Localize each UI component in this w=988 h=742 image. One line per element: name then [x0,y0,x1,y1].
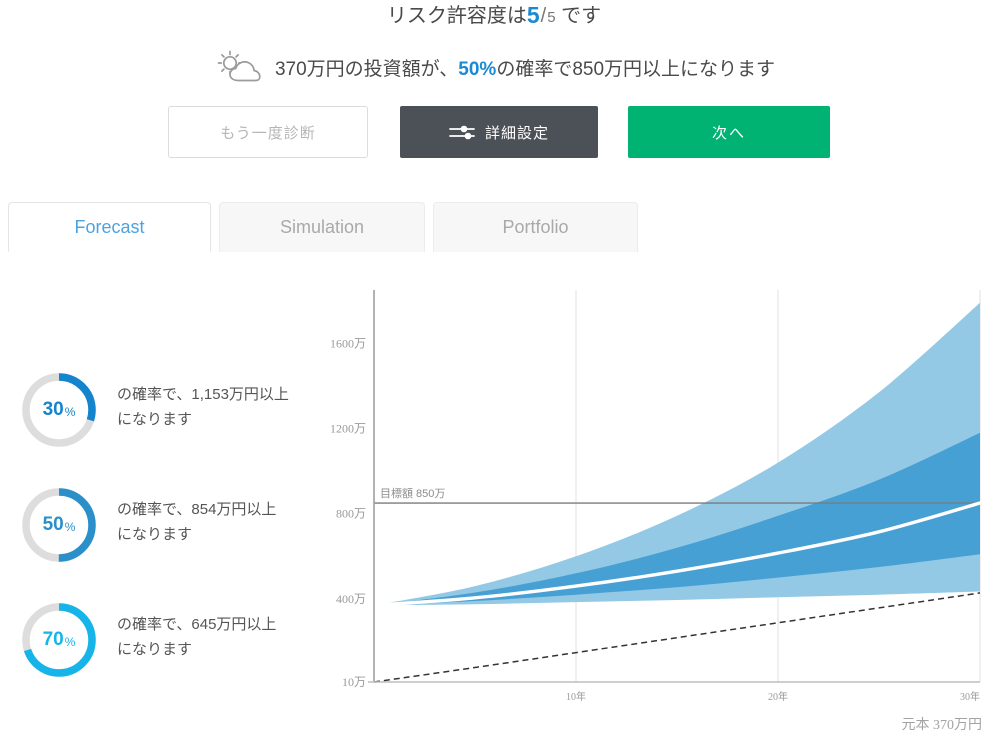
list-item: 70% の確率で、645万円以上 になります [20,596,330,711]
x-tick-label: 30年 [960,690,980,703]
next-button-label: 次へ [711,124,746,142]
gauge-description-50-line2: になります [117,526,193,543]
detailed-settings-button[interactable]: 詳細設定 [400,106,598,158]
gauge-label-70: 70% [20,601,98,679]
list-item: 50% の確率で、854万円以上 になります [20,481,330,596]
gauge-description-50-line1: の確率で、854万円以上 [117,501,277,518]
y-tick-label: 10万 [342,675,366,689]
chart-x-tick-labels: 10年 20年 30年 [566,690,980,703]
gauge-label-50: 50% [20,486,98,564]
gauge-percent-sign-70: % [64,635,76,649]
gauge-label-30: 30% [20,371,98,449]
gauge-percent-value-50: 50 [42,514,64,535]
tab-simulation[interactable]: Simulation [219,202,425,252]
tab-forecast[interactable]: Forecast [8,202,211,252]
gauge-description-30-line2: になります [117,411,193,428]
principal-footnote: 元本 370万円 [901,718,983,733]
x-tick-label: 20年 [768,690,788,703]
risk-title-prefix: リスク許容度は [386,5,527,27]
gauge-description-70: の確率で、645万円以上 になります [117,612,276,662]
redo-diagnosis-button[interactable]: もう一度診断 [168,106,368,158]
summary-probability: 50% [458,59,497,80]
risk-level-value: 5 [526,2,540,28]
risk-level-denominator: 5 [547,9,556,26]
gauge-percent-sign-50: % [64,520,76,534]
summary-text-before: 370万円の投資額が、 [274,59,459,80]
gauge-description-70-line2: になります [117,641,193,658]
summary-text-after: の確率で850万円以上になります [496,59,776,80]
tab-bar: Forecast Simulation Portfolio [8,202,648,252]
forecast-summary: 370万円の投資額が、50%の確率で850万円以上になります [0,50,988,96]
tab-portfolio-label: Portfolio [502,217,569,237]
detailed-settings-label: 詳細設定 [484,124,549,142]
redo-diagnosis-label: もう一度診断 [220,124,316,142]
gauge-percent-value-30: 30 [42,399,64,420]
page-title: リスク許容度は5/5 です [0,0,988,33]
y-tick-label: 400万 [336,592,366,606]
gauge-description-30: の確率で、1,153万円以上 になります [117,382,289,432]
tab-forecast-label: Forecast [74,216,145,237]
gauge-percent-value-70: 70 [42,629,64,650]
probability-gauge-list: 30% の確率で、1,153万円以上 になります 50% の確率で、854万円以… [20,366,330,711]
list-item: 30% の確率で、1,153万円以上 になります [20,366,330,481]
action-button-row: もう一度診断 詳細設定 次へ [168,106,830,158]
forecast-chart: 10万 400万 800万 1200万 1600万 10年 20年 30年 目標額 850万… [330,272,988,742]
chart-y-tick-labels: 10万 400万 800万 1200万 1600万 [330,336,366,689]
y-tick-label: 1600万 [330,336,366,350]
next-button[interactable]: 次へ [628,106,830,158]
sliders-icon [449,123,475,141]
chart-principal-line [373,592,981,683]
gauge-percent-sign-30: % [64,405,76,419]
target-amount-label: 目標額 850万 [380,486,445,500]
tab-portfolio[interactable]: Portfolio [433,202,638,252]
y-tick-label: 800万 [336,507,366,521]
y-tick-label: 1200万 [330,421,366,435]
tab-simulation-label: Simulation [279,217,365,237]
gauge-description-70-line1: の確率で、645万円以上 [117,616,277,633]
sun-behind-cloud-icon [213,50,269,96]
x-tick-label: 10年 [566,690,586,703]
gauge-description-30-line1: の確率で、1,153万円以上 [117,386,289,403]
gauge-description-50: の確率で、854万円以上 になります [117,497,276,547]
risk-title-suffix: です [561,5,602,27]
